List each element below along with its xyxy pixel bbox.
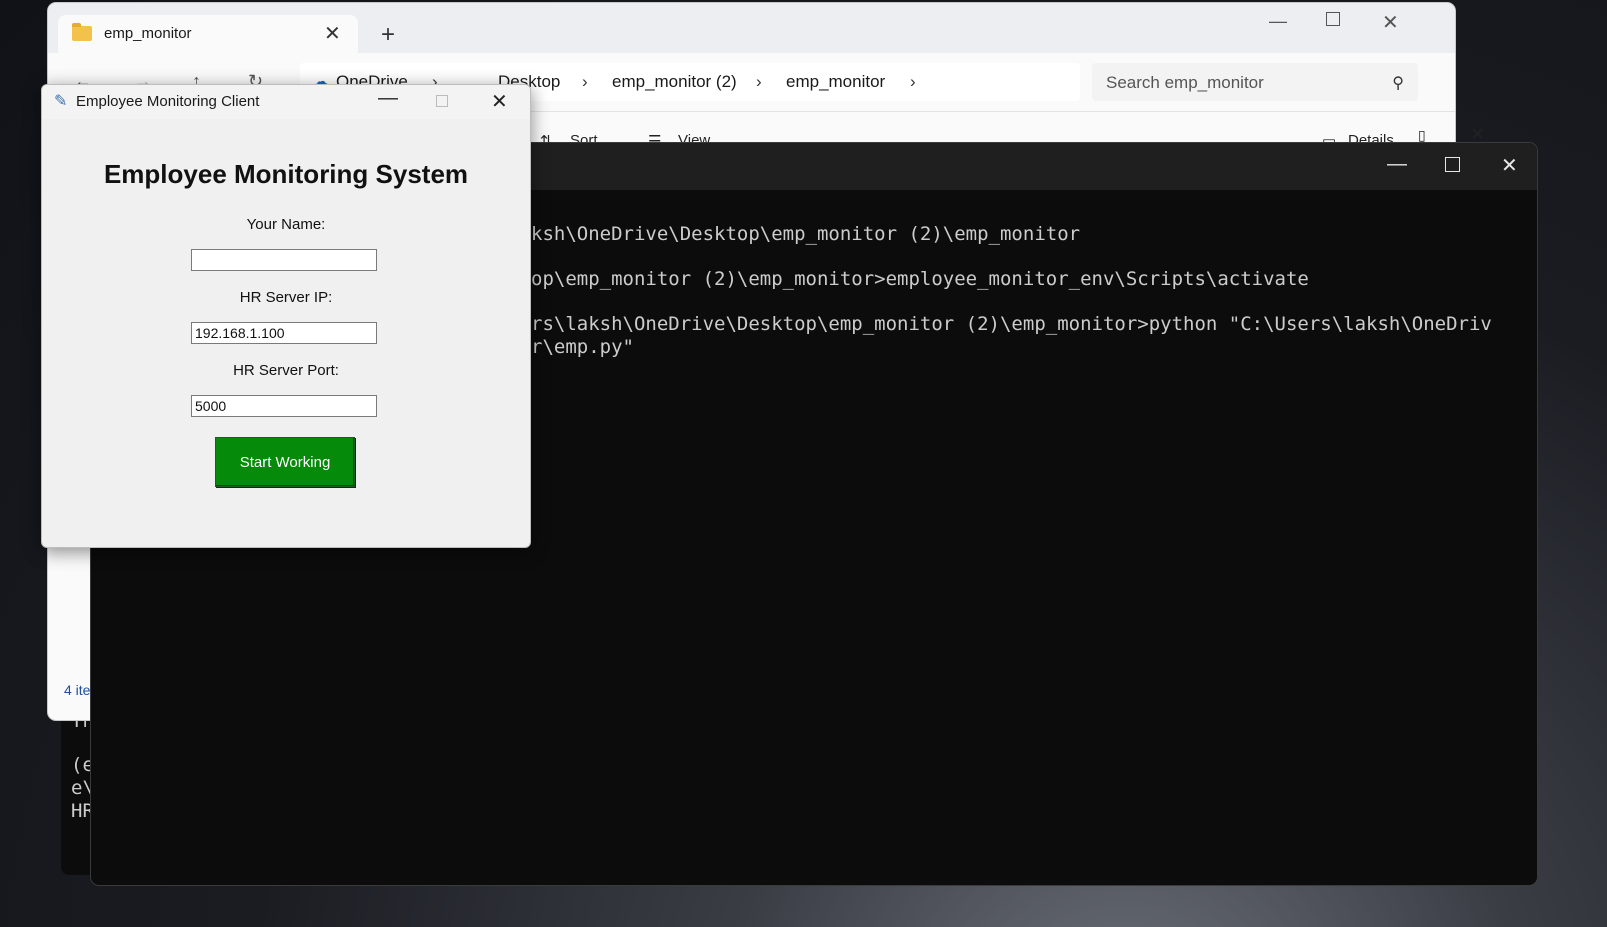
name-input[interactable] [191,249,377,271]
maximize-icon[interactable] [1445,157,1460,172]
folder-icon [72,23,92,41]
close-tab-icon[interactable]: ✕ [324,21,341,46]
tab-title: emp_monitor [104,25,192,42]
terminal-line: rs\laksh\OneDrive\Desktop\emp_monitor (2… [531,313,1492,335]
search-box[interactable]: Search emp_monitor ⚲ [1092,63,1418,101]
tk-feather-icon: ✎ [54,93,68,110]
hr-server-ip-input[interactable] [191,322,377,344]
close-icon[interactable]: ✕ [1382,10,1399,35]
close-icon[interactable]: ✕ [1470,124,1485,145]
chevron-right-icon: › [756,72,762,91]
hr-server-port-label: HR Server Port: [233,362,339,379]
minimize-icon[interactable]: — [378,87,398,110]
breadcrumb-emp-monitor-2[interactable]: emp_monitor (2) [612,72,737,92]
start-working-button[interactable]: Start Working [215,437,355,487]
explorer-tab[interactable]: emp_monitor ✕ [58,15,358,53]
terminal-line: ksh\OneDrive\Desktop\emp_monitor (2)\emp… [531,223,1081,245]
terminal-line: r\emp.py" [531,336,634,358]
maximize-icon[interactable] [1326,12,1340,26]
minimize-icon[interactable]: — [1387,153,1407,176]
close-icon[interactable]: ✕ [491,89,508,114]
client-titlebar: ✎ Employee Monitoring Client — ✕ [42,85,530,119]
new-tab-button[interactable]: + [381,21,395,49]
status-item-count: 4 ite [64,682,91,698]
chevron-right-icon: › [582,72,588,91]
chevron-right-icon: › [910,72,916,91]
close-icon[interactable]: ✕ [1501,153,1518,178]
search-input[interactable]: Search emp_monitor [1106,73,1264,93]
search-icon[interactable]: ⚲ [1392,73,1404,93]
hr-server-port-input[interactable] [191,395,377,417]
minimize-icon[interactable]: — [1269,11,1287,32]
window-fragment: ▯ [1418,127,1426,143]
window-title: Employee Monitoring Client [76,93,260,110]
hr-server-ip-label: HR Server IP: [239,289,333,306]
page-title: Employee Monitoring System [103,159,469,189]
maximize-icon [436,95,448,107]
terminal-line: op\emp_monitor (2)\emp_monitor>employee_… [531,268,1309,290]
explorer-titlebar: emp_monitor ✕ + — ✕ [48,3,1455,53]
name-label: Your Name: [246,216,326,233]
breadcrumb-emp-monitor[interactable]: emp_monitor [786,72,885,92]
employee-monitoring-client-window[interactable]: ✎ Employee Monitoring Client — ✕ Employe… [41,84,531,548]
